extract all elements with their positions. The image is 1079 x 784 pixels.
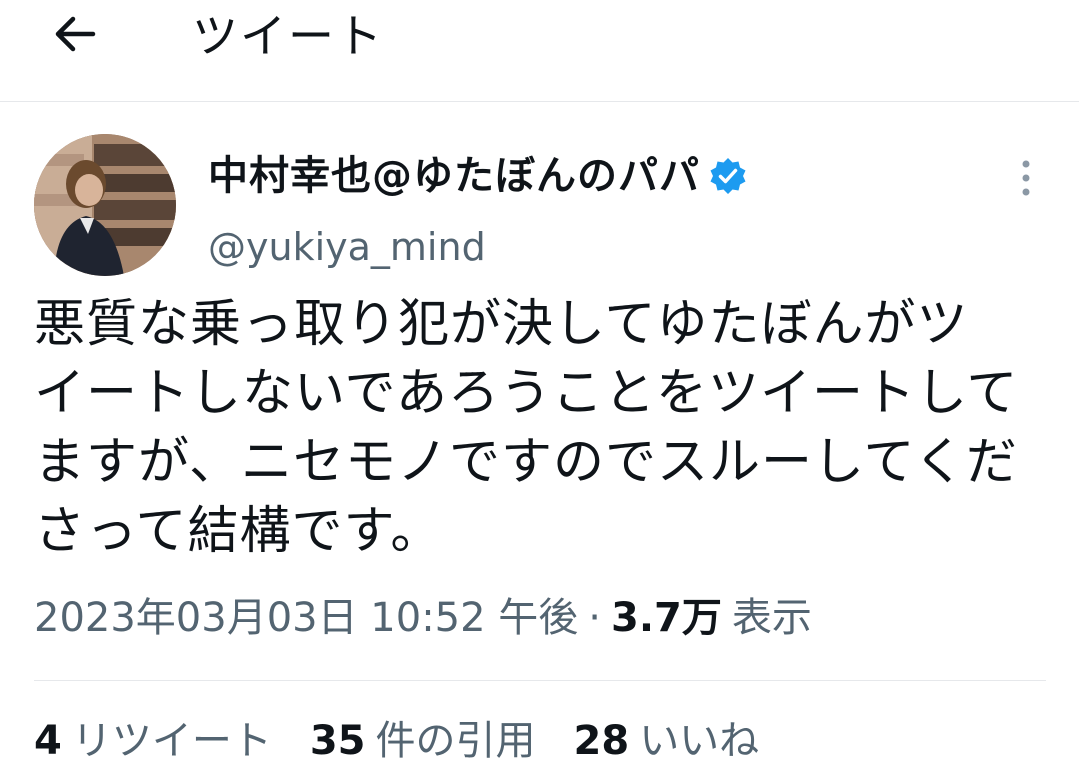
avatar-photo: [34, 134, 176, 276]
arrow-left-icon: [53, 16, 97, 56]
likes-label: いいね: [639, 718, 760, 764]
verified-badge-icon: [708, 156, 748, 196]
tweet-text: 悪質な乗っ取り犯が決してゆたぼんがツ イートしないであろうことをツイートして ま…: [34, 295, 1019, 561]
engagement-stats: 4 リツイート 35 件の引用 28 いいね: [34, 714, 797, 768]
back-button[interactable]: [40, 8, 110, 64]
meta-separator: ·: [588, 595, 602, 641]
retweets-label: リツイート: [71, 718, 272, 764]
likes-count: 28: [573, 718, 630, 764]
quotes-stat[interactable]: 35 件の引用: [310, 714, 536, 768]
tweet-meta: 2023年03月03日 10:52 午後 · 3.7万 表示: [34, 592, 812, 644]
views-count: 3.7万: [611, 595, 722, 641]
views-label: 表示: [731, 595, 812, 641]
avatar[interactable]: [34, 134, 176, 276]
display-name[interactable]: 中村幸也@ゆたぼんのパパ: [208, 150, 700, 202]
likes-stat[interactable]: 28 いいね: [574, 714, 760, 768]
more-vertical-icon: [1008, 160, 1044, 204]
retweets-count: 4: [34, 718, 62, 764]
top-bar: ツイート: [0, 0, 1079, 102]
more-options-button[interactable]: [1008, 156, 1044, 200]
quotes-count: 35: [309, 718, 366, 764]
timestamp[interactable]: 2023年03月03日 10:52 午後: [34, 592, 578, 644]
divider: [34, 680, 1046, 681]
page-title: ツイート: [192, 9, 384, 63]
author-row[interactable]: 中村幸也@ゆたぼんのパパ: [208, 150, 748, 202]
user-handle[interactable]: @yukiya_mind: [208, 222, 486, 272]
quotes-label: 件の引用: [375, 718, 536, 764]
retweets-stat[interactable]: 4 リツイート: [34, 714, 272, 768]
